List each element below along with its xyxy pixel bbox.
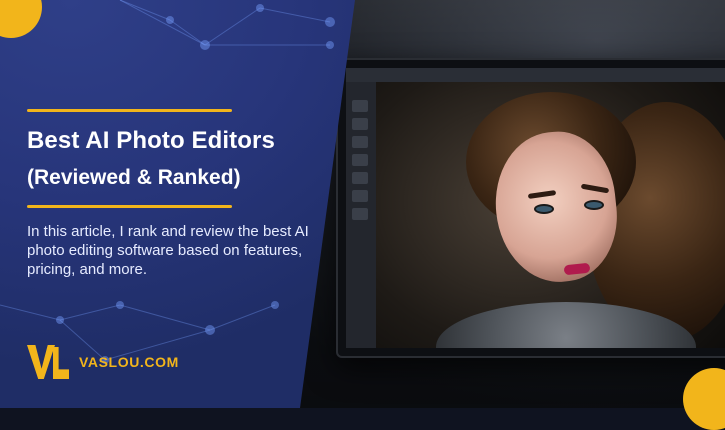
tool-icon [352,208,368,220]
eye [586,202,602,208]
vaslou-logo-icon [27,345,69,379]
tool-icon [352,190,368,202]
tool-icon [352,118,368,130]
hero-subtitle: (Reviewed & Ranked) [27,166,241,189]
brand-name: VASLOU.COM [79,354,179,370]
laptop-screen [346,68,725,348]
tool-icon [352,100,368,112]
hero-panel: Best AI Photo Editors (Reviewed & Ranked… [0,0,355,408]
laptop [336,58,725,358]
editor-topbar [346,68,725,83]
tool-icon [352,154,368,166]
accent-rule-top [27,109,232,112]
accent-rule-bottom [27,205,232,208]
editor-canvas [376,82,725,348]
eye [536,206,552,212]
hero-description: In this article, I rank and review the b… [27,223,309,278]
hero-photo [300,0,725,408]
tool-icon [352,172,368,184]
tool-icon [352,136,368,148]
logo-v-shape [27,345,55,379]
editor-sidebar [346,82,377,348]
logo-l-shape [53,347,69,379]
brand-lockup: VASLOU.COM [27,345,179,379]
hero-title: Best AI Photo Editors [27,127,275,154]
